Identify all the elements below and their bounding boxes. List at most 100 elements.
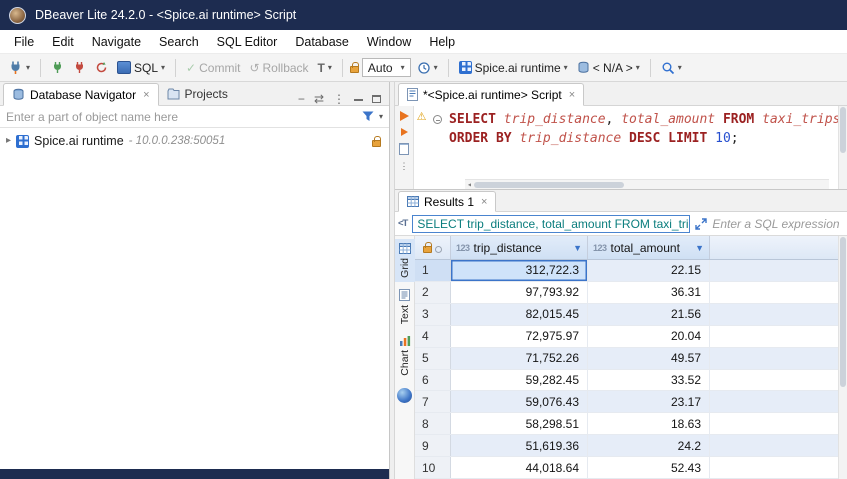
disconnect-button[interactable] bbox=[70, 59, 89, 76]
chevron-down-icon: ▾ bbox=[328, 64, 332, 72]
grid-cell[interactable]: 52.43 bbox=[588, 457, 710, 478]
row-number[interactable]: 2 bbox=[415, 282, 451, 303]
warning-icon[interactable]: ⚠ bbox=[417, 111, 427, 123]
row-number[interactable]: 10 bbox=[415, 457, 451, 478]
sql-editor-button[interactable]: SQL ▾ bbox=[114, 59, 168, 77]
tab-results-1[interactable]: Results 1 × bbox=[398, 191, 496, 212]
custom-filter-icon[interactable]: <T bbox=[398, 218, 407, 229]
connect-button[interactable] bbox=[48, 59, 67, 76]
scrollbar-thumb[interactable] bbox=[840, 107, 846, 153]
menu-help[interactable]: Help bbox=[420, 32, 464, 52]
column-header-total-amount[interactable]: 123 total_amount ▼ bbox=[588, 236, 710, 259]
editor-vertical-scrollbar[interactable] bbox=[838, 106, 847, 189]
menu-edit[interactable]: Edit bbox=[43, 32, 83, 52]
grid-cell[interactable]: 23.17 bbox=[588, 391, 710, 412]
row-filler bbox=[710, 282, 838, 303]
column-header-trip-distance[interactable]: 123 trip_distance ▼ bbox=[451, 236, 588, 259]
row-number[interactable]: 7 bbox=[415, 391, 451, 412]
column-filter-icon[interactable]: ▼ bbox=[573, 243, 582, 253]
chevron-down-icon[interactable]: ▾ bbox=[379, 113, 383, 121]
grid-cell[interactable]: 72,975.97 bbox=[451, 326, 588, 347]
tree-item-connection[interactable]: ▸ Spice.ai runtime - 10.0.0.238:50051 bbox=[0, 131, 389, 151]
expand-filter-icon[interactable] bbox=[695, 218, 707, 230]
tab-projects[interactable]: Projects bbox=[159, 82, 236, 105]
editor-horizontal-scrollbar[interactable]: ◂ bbox=[465, 179, 829, 189]
grid-cell[interactable]: 71,752.26 bbox=[451, 348, 588, 369]
grid-cell[interactable]: 51,619.36 bbox=[451, 435, 588, 456]
grid-cell[interactable]: 36.31 bbox=[588, 282, 710, 303]
grid-cell[interactable]: 59,076.43 bbox=[451, 391, 588, 412]
row-number[interactable]: 5 bbox=[415, 348, 451, 369]
link-with-editor-icon[interactable]: ⇄ bbox=[314, 93, 324, 105]
grid-cell[interactable]: 44,018.64 bbox=[451, 457, 588, 478]
row-number[interactable]: 9 bbox=[415, 435, 451, 456]
menu-search[interactable]: Search bbox=[150, 32, 208, 52]
rollback-button[interactable]: ↺ Rollback bbox=[246, 59, 311, 77]
grid-corner-cell[interactable] bbox=[415, 236, 451, 259]
query-text-box[interactable]: SELECT trip_distance, total_amount FROM … bbox=[412, 215, 690, 233]
collapse-all-icon[interactable]: − bbox=[298, 93, 305, 105]
reconnect-button[interactable] bbox=[92, 59, 111, 76]
menu-navigate[interactable]: Navigate bbox=[83, 32, 150, 52]
grid-cell[interactable]: 22.15 bbox=[588, 260, 710, 281]
row-number[interactable]: 4 bbox=[415, 326, 451, 347]
tab-sql-script[interactable]: *<Spice.ai runtime> Script × bbox=[398, 83, 584, 106]
grid-cell[interactable]: 24.2 bbox=[588, 435, 710, 456]
commit-mode-select[interactable]: Auto ▾ bbox=[362, 58, 411, 77]
explain-plan-icon[interactable] bbox=[399, 143, 409, 155]
minimize-icon[interactable] bbox=[354, 98, 363, 101]
grid-cell[interactable]: 21.56 bbox=[588, 304, 710, 325]
view-menu-icon[interactable]: ⋮ bbox=[333, 93, 345, 105]
tab-database-navigator[interactable]: Database Navigator × bbox=[3, 83, 159, 106]
sql-token: ; bbox=[731, 131, 739, 146]
row-number[interactable]: 6 bbox=[415, 370, 451, 391]
execute-script-icon[interactable] bbox=[401, 128, 408, 136]
grid-cell[interactable]: 58,298.51 bbox=[451, 413, 588, 434]
active-connection-select[interactable]: Spice.ai runtime ▾ bbox=[456, 59, 571, 77]
presentation-tab-grid[interactable]: Grid bbox=[395, 239, 415, 282]
row-number[interactable]: 1 bbox=[415, 260, 451, 281]
search-button[interactable]: ▾ bbox=[658, 59, 685, 77]
active-schema-select[interactable]: < N/A > ▾ bbox=[574, 59, 643, 77]
new-connection-button[interactable]: ▾ bbox=[5, 58, 33, 77]
grid-cell[interactable]: 20.04 bbox=[588, 326, 710, 347]
maximize-icon[interactable] bbox=[372, 95, 381, 103]
tab-label: Results 1 bbox=[424, 195, 474, 209]
grid-cell[interactable]: 312,722.3 bbox=[451, 260, 588, 281]
sql-history-button[interactable]: ▾ bbox=[414, 59, 441, 77]
scrollbar-thumb[interactable] bbox=[840, 237, 846, 387]
column-filter-icon[interactable]: ▼ bbox=[695, 243, 704, 253]
grid-cell[interactable]: 82,015.45 bbox=[451, 304, 588, 325]
scrollbar-thumb[interactable] bbox=[474, 182, 624, 188]
grid-cell[interactable]: 97,793.92 bbox=[451, 282, 588, 303]
filter-funnel-icon[interactable] bbox=[362, 111, 374, 122]
sql-code-area[interactable]: SELECT trip_distance, total_amount FROM … bbox=[429, 106, 838, 189]
editor-menu-icon[interactable]: ⋮ bbox=[400, 162, 409, 171]
object-filter-input[interactable]: Enter a part of object name here bbox=[6, 110, 357, 124]
menu-sql-editor[interactable]: SQL Editor bbox=[208, 32, 287, 52]
grid-cell[interactable]: 18.63 bbox=[588, 413, 710, 434]
result-filter-input[interactable]: Enter a SQL expression to bbox=[712, 217, 843, 231]
results-vertical-scrollbar[interactable] bbox=[838, 236, 847, 479]
close-icon[interactable]: × bbox=[567, 89, 575, 101]
grid-cell[interactable]: 49.57 bbox=[588, 348, 710, 369]
close-icon[interactable]: × bbox=[479, 196, 487, 208]
presentation-tab-chart[interactable]: Chart bbox=[395, 331, 415, 380]
close-icon[interactable]: × bbox=[141, 89, 149, 101]
scroll-left-icon[interactable]: ◂ bbox=[467, 175, 472, 194]
menu-database[interactable]: Database bbox=[286, 32, 358, 52]
fold-icon[interactable] bbox=[433, 115, 442, 124]
expander-icon[interactable]: ▸ bbox=[6, 136, 11, 146]
chevron-down-icon: ▾ bbox=[401, 64, 405, 72]
presentation-tab-text[interactable]: Text bbox=[395, 285, 415, 328]
menu-file[interactable]: File bbox=[5, 32, 43, 52]
grid-cell[interactable]: 59,282.45 bbox=[451, 370, 588, 391]
row-number[interactable]: 3 bbox=[415, 304, 451, 325]
row-number[interactable]: 8 bbox=[415, 413, 451, 434]
transaction-log-button[interactable]: T ▾ bbox=[315, 59, 335, 77]
menu-window[interactable]: Window bbox=[358, 32, 420, 52]
execute-statement-icon[interactable] bbox=[400, 111, 409, 121]
commit-button[interactable]: ✓ Commit bbox=[183, 59, 243, 77]
grid-cell[interactable]: 33.52 bbox=[588, 370, 710, 391]
globe-icon[interactable] bbox=[397, 388, 412, 403]
